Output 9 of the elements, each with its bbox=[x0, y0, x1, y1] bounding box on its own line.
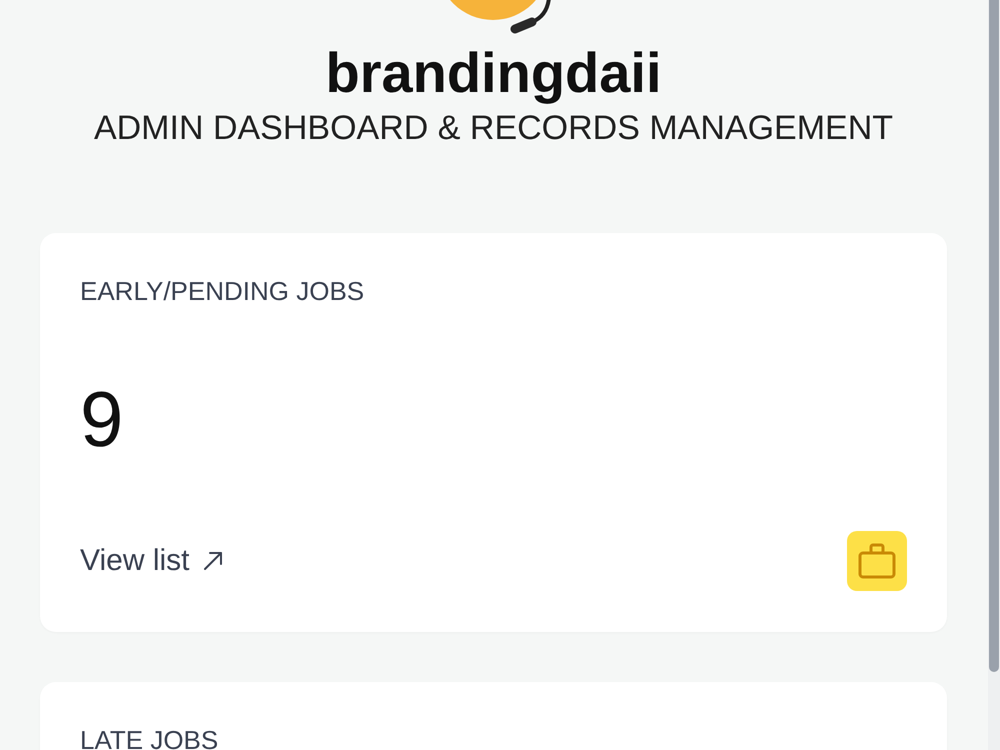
card-label: EARLY/PENDING JOBS bbox=[80, 276, 366, 306]
arrow-up-right-icon bbox=[203, 551, 224, 571]
card-label: LATE JOBS bbox=[80, 725, 220, 750]
scrollbar-thumb[interactable] bbox=[989, 0, 999, 672]
logo-wordmark: brandingdaii bbox=[326, 43, 662, 103]
scrollbar[interactable] bbox=[988, 0, 1000, 750]
page-subtitle: ADMIN DASHBOARD & RECORDS MANAGEMENT bbox=[94, 108, 894, 148]
view-list-link[interactable]: View list bbox=[80, 543, 224, 579]
job-count: 9 bbox=[80, 379, 124, 459]
